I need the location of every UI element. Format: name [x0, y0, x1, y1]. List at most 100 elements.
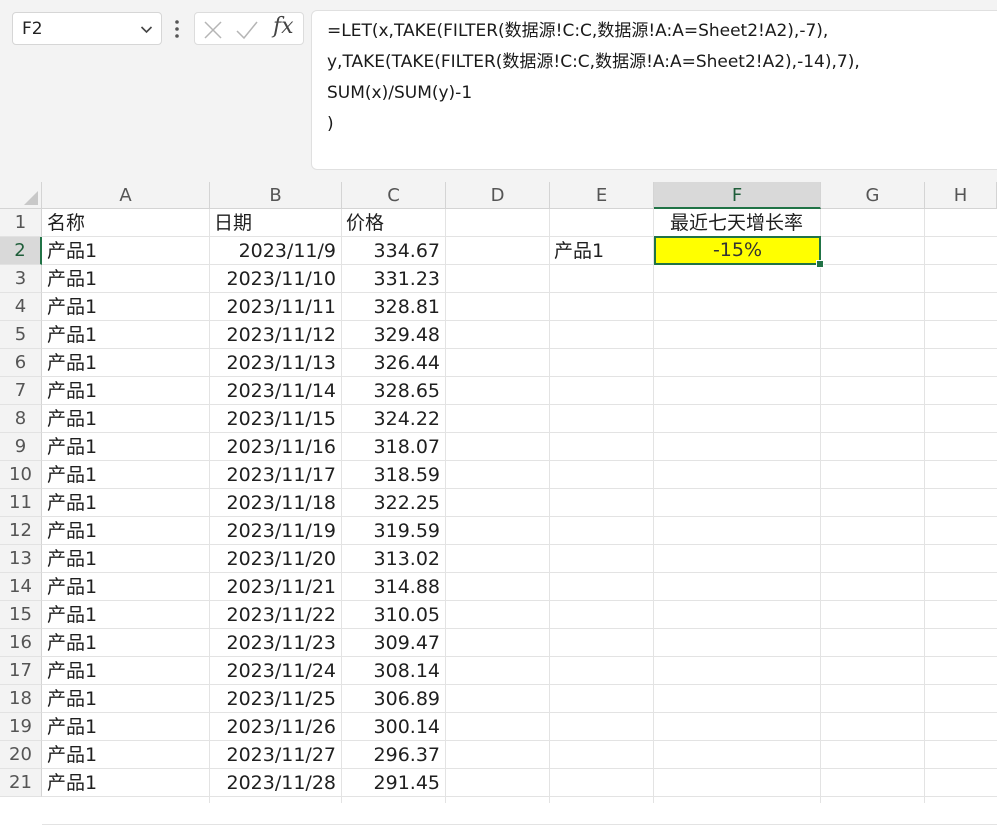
price-cell[interactable]: 318.59 [341, 461, 445, 489]
product-name-cell[interactable]: 产品1 [42, 293, 209, 321]
price-cell[interactable]: 329.48 [341, 321, 445, 349]
date-cell[interactable]: 2023/11/11 [209, 293, 341, 321]
column-header-b[interactable]: B [210, 182, 342, 209]
product-name-cell[interactable]: 产品1 [42, 629, 209, 657]
selected-cell-f2[interactable]: -15% [654, 236, 824, 268]
date-cell[interactable]: 2023/11/17 [209, 461, 341, 489]
date-cell[interactable]: 2023/11/28 [209, 769, 341, 797]
product-name-cell[interactable]: 产品1 [42, 713, 209, 741]
column-header-g[interactable]: G [821, 182, 925, 209]
lookup-product-cell[interactable]: 产品1 [549, 237, 653, 265]
row-header[interactable]: 3 [0, 265, 42, 293]
date-cell[interactable]: 2023/11/13 [209, 349, 341, 377]
price-cell[interactable]: 310.05 [341, 601, 445, 629]
date-cell[interactable]: 2023/11/22 [209, 601, 341, 629]
date-cell[interactable]: 2023/11/18 [209, 489, 341, 517]
date-cell[interactable]: 2023/11/20 [209, 545, 341, 573]
product-name-cell[interactable]: 产品1 [42, 349, 209, 377]
date-cell[interactable]: 2023/11/19 [209, 517, 341, 545]
row-header[interactable]: 2 [0, 237, 42, 265]
date-cell[interactable]: 2023/11/21 [209, 573, 341, 601]
date-cell[interactable]: 2023/11/24 [209, 657, 341, 685]
product-name-cell[interactable]: 产品1 [42, 545, 209, 573]
header-cell-name[interactable]: 名称 [42, 209, 209, 237]
price-cell[interactable]: 324.22 [341, 405, 445, 433]
row-header[interactable]: 21 [0, 769, 42, 797]
row-header[interactable]: 7 [0, 377, 42, 405]
price-cell[interactable]: 306.89 [341, 685, 445, 713]
column-header-f[interactable]: F [654, 182, 821, 209]
row-header[interactable]: 9 [0, 433, 42, 461]
row-header[interactable]: 6 [0, 349, 42, 377]
date-cell[interactable]: 2023/11/10 [209, 265, 341, 293]
product-name-cell[interactable]: 产品1 [42, 265, 209, 293]
date-cell[interactable]: 2023/11/27 [209, 741, 341, 769]
product-name-cell[interactable]: 产品1 [42, 237, 209, 265]
date-cell[interactable]: 2023/11/9 [209, 237, 341, 265]
price-cell[interactable]: 326.44 [341, 349, 445, 377]
insert-function-icon[interactable]: fx [273, 14, 294, 39]
price-cell[interactable]: 328.81 [341, 293, 445, 321]
row-header[interactable]: 11 [0, 489, 42, 517]
column-header-c[interactable]: C [342, 182, 446, 209]
product-name-cell[interactable]: 产品1 [42, 489, 209, 517]
row-header[interactable]: 10 [0, 461, 42, 489]
product-name-cell[interactable]: 产品1 [42, 601, 209, 629]
column-header-a[interactable]: A [42, 182, 210, 209]
select-all-corner[interactable] [0, 182, 42, 209]
date-cell[interactable]: 2023/11/25 [209, 685, 341, 713]
row-header[interactable]: 12 [0, 517, 42, 545]
product-name-cell[interactable]: 产品1 [42, 461, 209, 489]
row-header[interactable]: 8 [0, 405, 42, 433]
price-cell[interactable]: 296.37 [341, 741, 445, 769]
row-header[interactable]: 16 [0, 629, 42, 657]
product-name-cell[interactable]: 产品1 [42, 685, 209, 713]
row-header[interactable]: 18 [0, 685, 42, 713]
date-cell[interactable]: 2023/11/12 [209, 321, 341, 349]
date-cell[interactable]: 2023/11/16 [209, 433, 341, 461]
row-header[interactable]: 17 [0, 657, 42, 685]
row-header[interactable]: 14 [0, 573, 42, 601]
price-cell[interactable]: 313.02 [341, 545, 445, 573]
product-name-cell[interactable]: 产品1 [42, 321, 209, 349]
price-cell[interactable]: 322.25 [341, 489, 445, 517]
header-cell-date[interactable]: 日期 [209, 209, 341, 237]
price-cell[interactable]: 334.67 [341, 237, 445, 265]
row-header[interactable]: 15 [0, 601, 42, 629]
product-name-cell[interactable]: 产品1 [42, 517, 209, 545]
price-cell[interactable]: 314.88 [341, 573, 445, 601]
row-header[interactable]: 1 [0, 209, 42, 237]
date-cell[interactable]: 2023/11/14 [209, 377, 341, 405]
formula-input[interactable]: =LET(x,TAKE(FILTER(数据源!C:C,数据源!A:A=Sheet… [311, 10, 997, 170]
price-cell[interactable]: 319.59 [341, 517, 445, 545]
product-name-cell[interactable]: 产品1 [42, 657, 209, 685]
column-header-d[interactable]: D [446, 182, 550, 209]
product-name-cell[interactable]: 产品1 [42, 377, 209, 405]
growth-rate-header[interactable]: 最近七天增长率 [653, 209, 820, 237]
product-name-cell[interactable]: 产品1 [42, 405, 209, 433]
column-header-e[interactable]: E [550, 182, 654, 209]
row-header[interactable]: 19 [0, 713, 42, 741]
product-name-cell[interactable]: 产品1 [42, 769, 209, 797]
fill-handle[interactable] [816, 260, 824, 268]
date-cell[interactable]: 2023/11/23 [209, 629, 341, 657]
price-cell[interactable]: 291.45 [341, 769, 445, 797]
chevron-down-icon[interactable] [140, 23, 153, 36]
product-name-cell[interactable]: 产品1 [42, 433, 209, 461]
column-header-h[interactable]: H [925, 182, 997, 209]
price-cell[interactable]: 309.47 [341, 629, 445, 657]
row-header[interactable]: 5 [0, 321, 42, 349]
price-cell[interactable]: 308.14 [341, 657, 445, 685]
cancel-icon[interactable] [203, 20, 223, 40]
price-cell[interactable]: 300.14 [341, 713, 445, 741]
date-cell[interactable]: 2023/11/15 [209, 405, 341, 433]
price-cell[interactable]: 328.65 [341, 377, 445, 405]
product-name-cell[interactable]: 产品1 [42, 741, 209, 769]
product-name-cell[interactable]: 产品1 [42, 573, 209, 601]
row-header[interactable]: 13 [0, 545, 42, 573]
header-cell-price[interactable]: 价格 [341, 209, 445, 237]
more-options-icon[interactable] [172, 18, 182, 40]
check-icon[interactable] [235, 19, 259, 41]
name-box[interactable]: F2 [12, 12, 162, 45]
price-cell[interactable]: 318.07 [341, 433, 445, 461]
